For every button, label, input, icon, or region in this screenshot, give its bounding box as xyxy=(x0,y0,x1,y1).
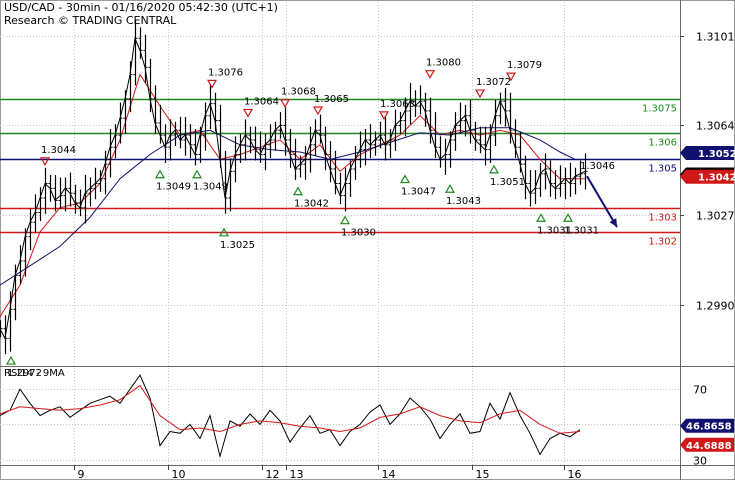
support-marker-icon xyxy=(191,169,203,179)
chart-title: USD/CAD - 30min - 01/16/2020 05:42:30 (U… xyxy=(4,1,278,14)
high-label: 1.3072 xyxy=(476,77,511,88)
rsi-ma-value-flag-label: 44.6888 xyxy=(686,441,732,452)
forecast-arrow-line xyxy=(586,175,618,228)
support-marker-icon xyxy=(292,186,304,196)
low-label: 1.3049 xyxy=(156,182,191,193)
rsi-tick-label: 30 xyxy=(693,455,707,468)
high-label: 1.3065 xyxy=(314,94,349,105)
low-label: 1.3042 xyxy=(294,199,329,210)
low-label: 1.3049 xyxy=(193,182,228,193)
rsi-ma-line xyxy=(0,384,581,434)
x-tick-label: 10 xyxy=(172,468,186,480)
ma-fast-line xyxy=(0,73,585,317)
pivot-label: 1.305 xyxy=(648,164,677,175)
support-marker-icon xyxy=(154,169,166,179)
ma-value-label: 1.3046 xyxy=(580,161,615,172)
low-label: 1.3051 xyxy=(490,177,525,188)
rsi-value-flag-label: 46.8658 xyxy=(686,422,732,433)
ma-slow-line xyxy=(0,127,576,286)
resistance-marker-icon xyxy=(242,108,254,118)
high-label: 1.3079 xyxy=(507,60,542,71)
rsi-title: RSI14 - 9MA xyxy=(4,368,65,379)
resistance-1-label: 1.306 xyxy=(648,138,677,149)
x-tick-label: 9 xyxy=(78,468,85,480)
x-tick-label: 14 xyxy=(382,468,396,480)
y-tick-label: 1.3101 xyxy=(696,31,735,44)
resistance-marker-icon xyxy=(424,70,436,79)
support-marker-icon xyxy=(444,184,456,193)
support-marker-icon xyxy=(5,355,17,365)
x-tick-label: 15 xyxy=(476,468,490,480)
high-label: 1.3080 xyxy=(426,58,461,69)
resistance-marker-icon xyxy=(474,89,486,99)
x-tick-label: 12 xyxy=(266,468,280,480)
high-label: 1.3076 xyxy=(208,67,243,78)
resistance-marker-icon xyxy=(312,106,324,116)
rsi-line xyxy=(0,374,581,459)
y-tick-label: 1.2990 xyxy=(696,300,735,313)
x-tick-label: 16 xyxy=(568,468,582,480)
trading-chart: 91012131415161.31011.30641.30271.2990705… xyxy=(0,0,735,481)
outer-frame xyxy=(0,0,735,480)
rsi-tick-label: 70 xyxy=(693,384,707,397)
low-label: 1.3025 xyxy=(220,240,255,251)
high-label: 1.3068 xyxy=(281,87,316,98)
resistance-marker-icon xyxy=(206,79,218,89)
price-flag-label: 1.30428 xyxy=(698,173,735,184)
support-1-label: 1.303 xyxy=(648,213,677,224)
low-label: 1.3031 xyxy=(564,225,599,236)
high-label: 1.3063 xyxy=(380,99,415,110)
high-label: 1.3044 xyxy=(41,145,76,156)
chart-subtitle: Research © TRADING CENTRAL xyxy=(4,14,177,27)
support-marker-icon xyxy=(399,174,411,184)
low-label: 1.3047 xyxy=(401,187,436,198)
support-marker-icon xyxy=(488,164,500,174)
price-flag-label: 1.30526 xyxy=(698,149,735,160)
y-tick-label: 1.3027 xyxy=(696,210,735,223)
low-label: 1.3043 xyxy=(446,196,481,207)
low-label: 1.3030 xyxy=(341,228,376,239)
x-tick-label: 13 xyxy=(290,468,304,480)
support-2-label: 1.302 xyxy=(648,237,677,248)
resistance-marker-icon xyxy=(279,99,291,108)
y-tick-label: 1.3064 xyxy=(696,120,735,133)
high-label: 1.3064 xyxy=(244,96,279,107)
chart-canvas: 91012131415161.31011.30641.30271.2990705… xyxy=(0,0,735,481)
support-marker-icon xyxy=(339,215,351,225)
resistance-2-label: 1.3075 xyxy=(642,104,677,115)
resistance-marker-icon xyxy=(378,111,390,121)
